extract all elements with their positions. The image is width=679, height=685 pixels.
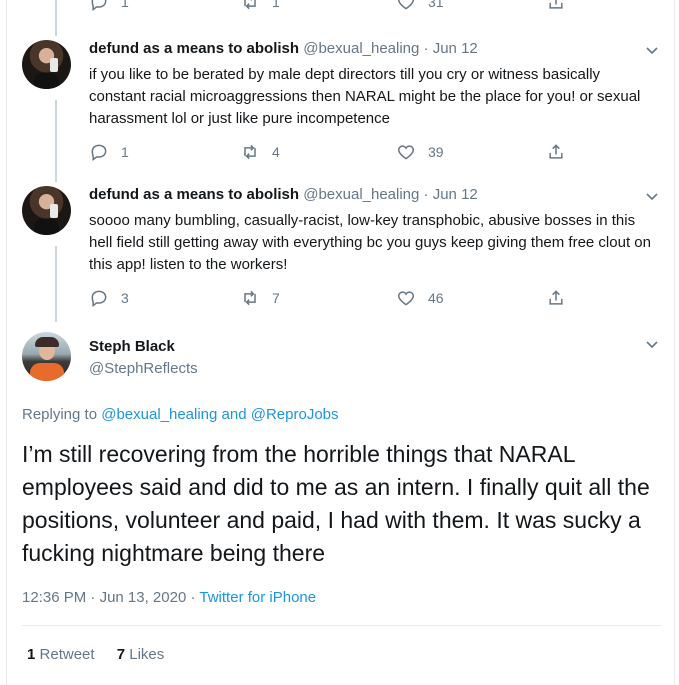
tweet-source[interactable]: Twitter for iPhone [199, 589, 316, 606]
tweet-date[interactable]: Jun 12 [433, 40, 478, 57]
tweet-text: soooo many bumbling, casually-racist, lo… [89, 212, 651, 273]
thread-line [55, 0, 57, 36]
heart-icon [397, 0, 415, 10]
display-name[interactable]: defund as a means to abolish [89, 40, 299, 57]
separator: · [423, 40, 429, 57]
share-icon [549, 290, 563, 305]
tweet-actions: 1 1 31 [89, 0, 569, 14]
reply-icon [91, 290, 107, 307]
retweet-button[interactable]: 7 [240, 288, 280, 308]
tweet-header: defund as a means to abolish @bexual_hea… [89, 186, 478, 203]
like-button[interactable]: 31 [396, 0, 444, 12]
separator: · [423, 186, 429, 203]
tweet-date[interactable]: Jun 12 [433, 186, 478, 203]
tweet-actions: 3 7 46 [89, 288, 569, 310]
heart-icon [397, 291, 415, 306]
caret-menu-button[interactable] [644, 336, 660, 352]
share-button[interactable] [546, 142, 566, 162]
timeline-frame: 1 1 31 defund as a means to abolish @bex… [6, 0, 675, 685]
display-name[interactable]: Steph Black [89, 338, 175, 355]
tweet-header: defund as a means to abolish @bexual_hea… [89, 40, 478, 57]
like-button[interactable]: 46 [396, 288, 444, 308]
display-name[interactable]: defund as a means to abolish [89, 186, 299, 203]
like-button[interactable]: 39 [396, 142, 444, 162]
reply-tweet[interactable]: defund as a means to abolish @bexual_hea… [7, 36, 674, 182]
retweet-icon [244, 144, 256, 160]
reply-button[interactable]: 1 [89, 142, 129, 162]
share-icon [549, 144, 563, 159]
tweet-text: I’m still recovering from the horrible t… [22, 441, 650, 566]
like-stat[interactable]: 7 Likes [117, 646, 165, 663]
retweet-stat[interactable]: 1 Retweet [27, 646, 95, 663]
divider [22, 625, 662, 626]
mention-link[interactable]: @bexual_healing [101, 406, 217, 423]
tweet-text: if you like to be berated by male dept d… [89, 66, 641, 127]
handle[interactable]: @bexual_healing [303, 40, 419, 57]
focus-tweet: Steph Black @StephReflects Replying to @… [7, 322, 674, 685]
share-icon [549, 0, 563, 9]
chevron-down-icon [646, 193, 658, 201]
reply-button[interactable]: 3 [89, 288, 129, 308]
tweet-date[interactable]: Jun 13, 2020 [100, 589, 187, 606]
handle[interactable]: @bexual_healing [303, 186, 419, 203]
chevron-down-icon [646, 47, 658, 55]
tweet-stats: 1 Retweet 7 Likes [27, 646, 164, 663]
caret-menu-button[interactable] [644, 42, 660, 58]
reply-tweet[interactable]: defund as a means to abolish @bexual_hea… [7, 182, 674, 322]
share-button[interactable] [546, 0, 566, 12]
avatar[interactable] [22, 186, 71, 235]
reply-icon [91, 144, 107, 161]
reply-icon [91, 0, 107, 11]
heart-icon [397, 145, 415, 160]
share-button[interactable] [546, 288, 566, 308]
tweet-actions: 1 4 39 [89, 142, 569, 164]
reply-button[interactable]: 1 [89, 0, 129, 12]
retweet-icon [244, 290, 256, 306]
caret-menu-button[interactable] [644, 188, 660, 204]
mention-link[interactable]: @ReproJobs [251, 406, 339, 423]
replying-to: Replying to @bexual_healing and @ReproJo… [22, 406, 339, 423]
handle[interactable]: @StephReflects [89, 360, 198, 377]
avatar[interactable] [22, 332, 71, 381]
retweet-icon [244, 0, 256, 10]
retweet-button[interactable]: 1 [240, 0, 280, 12]
tweet-time[interactable]: 12:36 PM [22, 589, 86, 606]
tweet-meta: 12:36 PM · Jun 13, 2020 · Twitter for iP… [22, 589, 317, 606]
retweet-button[interactable]: 4 [240, 142, 280, 162]
chevron-down-icon [646, 341, 658, 349]
avatar[interactable] [22, 40, 71, 89]
